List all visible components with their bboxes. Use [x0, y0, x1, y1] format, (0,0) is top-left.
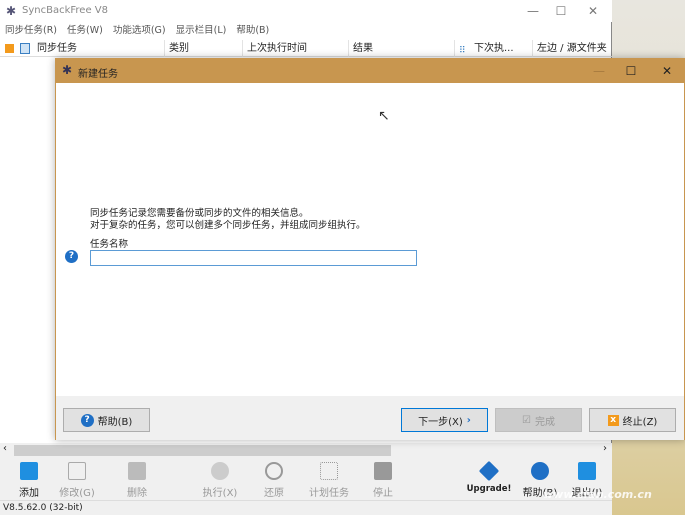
- mouse-cursor: ↖: [378, 108, 390, 124]
- version-text: V8.5.62.0 (32-bit): [3, 503, 83, 513]
- dialog-button-bar: ? 帮助(B) 下一步(X) › ☑ 完成 x 终止(Z): [56, 396, 684, 440]
- menu-help[interactable]: 帮助(B): [236, 22, 269, 40]
- delete-button[interactable]: 删除: [112, 460, 162, 499]
- menu-task[interactable]: 任务(W): [67, 22, 103, 40]
- column-result[interactable]: 结果: [349, 40, 455, 57]
- run-icon[interactable]: [20, 43, 30, 54]
- app-icon: ✱: [62, 63, 73, 77]
- dialog-title-bar: ✱ 新建任务 — ☐ ✕: [56, 59, 685, 83]
- scroll-left-icon[interactable]: ‹: [3, 443, 7, 454]
- task-name-input[interactable]: [90, 250, 417, 266]
- minimize-button[interactable]: —: [584, 63, 614, 79]
- close-button[interactable]: ✕: [652, 63, 682, 79]
- upgrade-button[interactable]: Upgrade!: [464, 460, 514, 494]
- window-title: SyncBackFree V8: [22, 5, 108, 16]
- run-button[interactable]: 执行(X): [195, 460, 245, 499]
- column-header: 同步任务 类别 上次执行时间 结果 ⠿ 下次执... 左边 / 源文件夹: [0, 40, 612, 57]
- main-title-bar: ✱ SyncBackFree V8 — ☐ ✕: [0, 0, 612, 22]
- maximize-button[interactable]: ☐: [546, 3, 576, 19]
- task-name-label: 任务名称: [90, 239, 129, 250]
- new-task-dialog: ✱ 新建任务 — ☐ ✕ 同步任务记录您需要备份或同步的文件的相关信息。 对于复…: [55, 58, 685, 440]
- stop-button[interactable]: 停止: [358, 460, 408, 499]
- help-icon: ?: [80, 413, 94, 427]
- info-text-2: 对于复杂的任务，您可以创建多个同步任务，并组成同步组执行。: [90, 220, 366, 231]
- menu-sync-tasks[interactable]: 同步任务(R): [5, 22, 57, 40]
- horizontal-scrollbar[interactable]: ‹ ›: [0, 443, 612, 458]
- status-bar: V8.5.62.0 (32-bit): [0, 500, 612, 515]
- minimize-button[interactable]: —: [518, 3, 548, 19]
- finish-button[interactable]: ☑ 完成: [495, 408, 582, 432]
- next-button[interactable]: 下一步(X) ›: [401, 408, 488, 432]
- check-icon: ☑: [522, 414, 531, 426]
- app-icon: ✱: [6, 4, 17, 18]
- close-button[interactable]: ✕: [578, 3, 608, 19]
- dialog-title: 新建任务: [78, 69, 118, 80]
- edit-button[interactable]: 修改(G): [52, 460, 102, 499]
- close-icon: x: [607, 414, 619, 426]
- menu-options[interactable]: 功能选项(G): [113, 22, 166, 40]
- menu-columns[interactable]: 显示栏目(L): [176, 22, 227, 40]
- column-type[interactable]: 类别: [165, 40, 243, 57]
- column-last-run[interactable]: 上次执行时间: [243, 40, 349, 57]
- stop-icon[interactable]: [5, 44, 14, 53]
- watermark: www.cfan.com.cn: [543, 488, 652, 501]
- schedule-button[interactable]: 计划任务: [304, 460, 354, 499]
- help-icon[interactable]: ?: [65, 250, 78, 263]
- chevron-right-icon: ›: [466, 414, 471, 426]
- toolbar: 添加 修改(G) 删除 执行(X) 还原 计划任务 停止 Upgrade! 帮助…: [0, 458, 612, 500]
- menu-bar: 同步任务(R) 任务(W) 功能选项(G) 显示栏目(L) 帮助(B): [0, 22, 612, 40]
- restore-button[interactable]: 还原: [249, 460, 299, 499]
- scroll-right-icon[interactable]: ›: [603, 443, 607, 454]
- cancel-button[interactable]: x 终止(Z): [589, 408, 676, 432]
- column-next-run[interactable]: 下次执...: [470, 40, 533, 57]
- maximize-button[interactable]: ☐: [616, 63, 646, 79]
- column-source[interactable]: 左边 / 源文件夹: [533, 40, 612, 57]
- scroll-thumb[interactable]: [14, 445, 391, 456]
- dialog-help-button[interactable]: ? 帮助(B): [63, 408, 150, 432]
- add-button[interactable]: 添加: [4, 460, 54, 499]
- column-task[interactable]: 同步任务: [33, 40, 165, 57]
